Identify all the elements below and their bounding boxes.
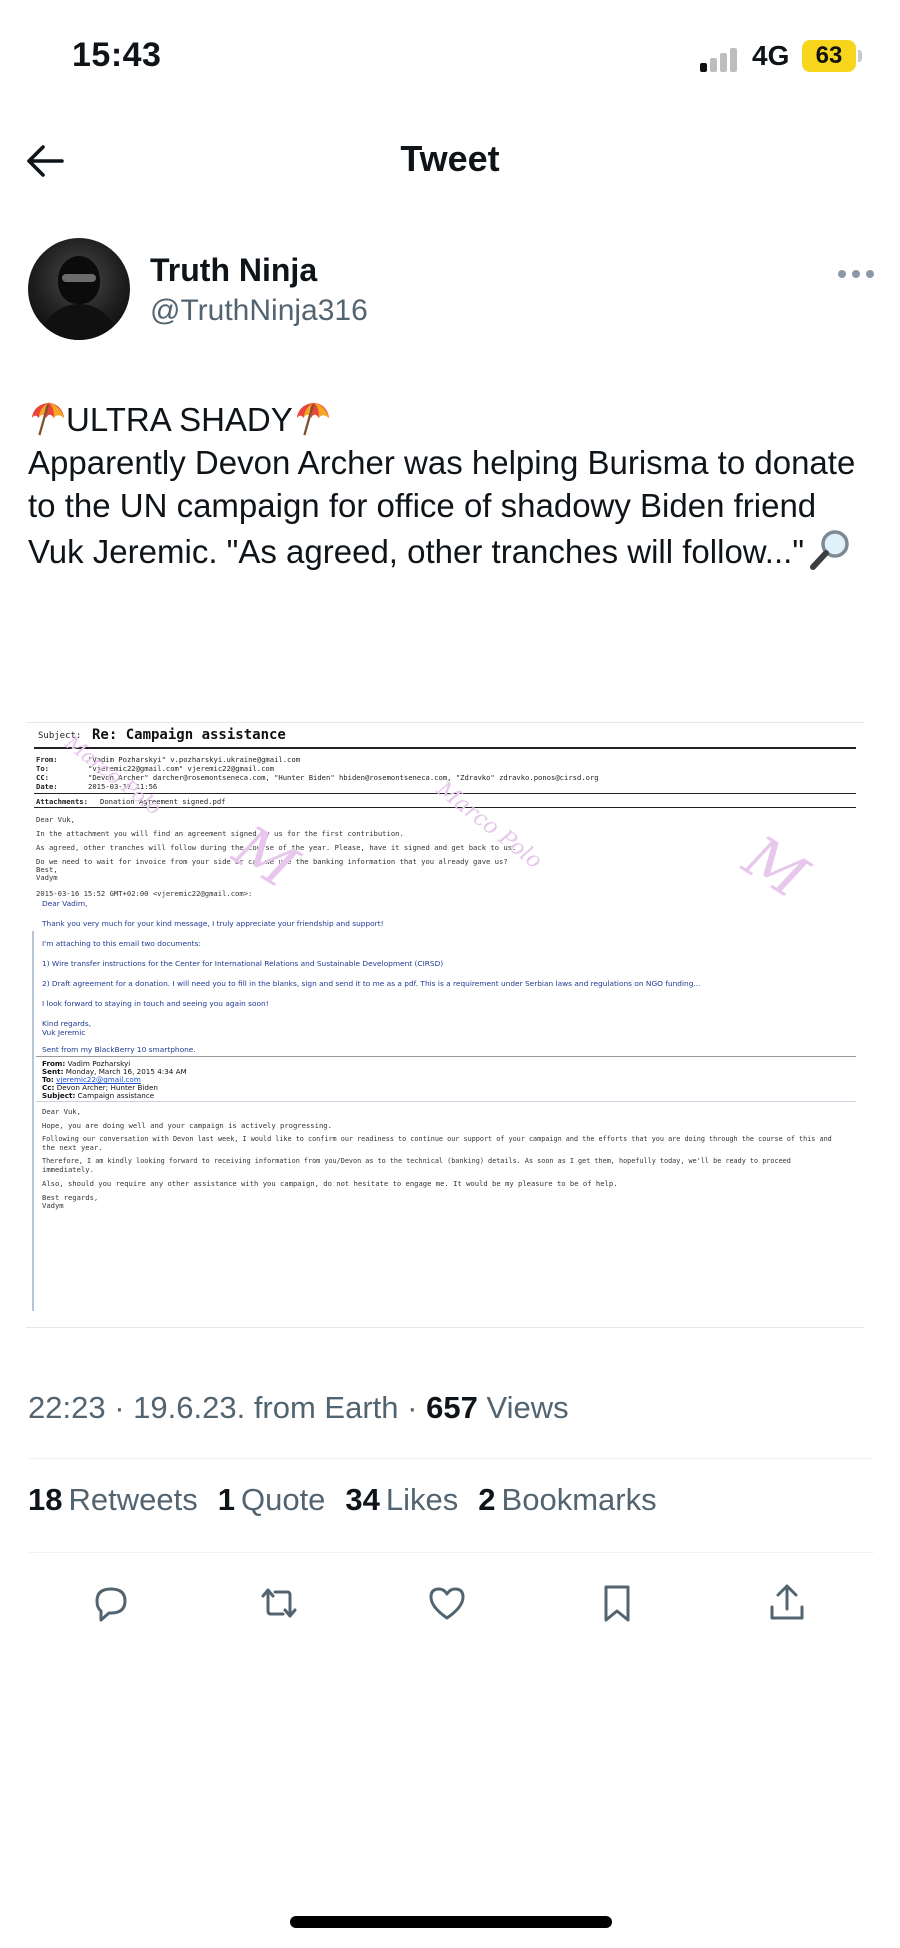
tweet-meta: 22:23 · 19.6.23. from Earth · 657 Views	[28, 1390, 569, 1425]
reply-button[interactable]	[86, 1578, 136, 1628]
author-name[interactable]: Truth Ninja	[150, 252, 317, 289]
tweet-stats: 18 Retweets 1 Quote 34 Likes 2 Bookmarks	[28, 1482, 657, 1518]
tweet-text: ULTRA SHADY Apparently Devon Archer was …	[28, 398, 878, 573]
tweet-body: Apparently Devon Archer was helping Buri…	[28, 444, 856, 570]
battery-tip	[858, 50, 862, 62]
tweet-actions	[0, 1572, 900, 1632]
email-quote-line: Vuk Jeremic	[42, 1028, 86, 1037]
tweet-time: 22:23	[28, 1390, 106, 1425]
email-fwd-line: Therefore, I am kindly looking forward t…	[42, 1157, 791, 1165]
magnifying-glass-icon	[810, 530, 849, 570]
battery-icon: 63	[802, 40, 856, 72]
email-fwd-line: Hope, you are doing well and your campai…	[42, 1121, 332, 1130]
retweet-button[interactable]	[254, 1578, 304, 1628]
quotes-stat[interactable]: 1 Quote	[218, 1482, 326, 1518]
email-quote-line: 2) Draft agreement for a donation. I wil…	[42, 979, 701, 988]
tweet-body-line: Apparently Devon Archer was helping Buri…	[28, 441, 878, 573]
like-button[interactable]	[422, 1578, 472, 1628]
email-quote-line: Kind regards,	[42, 1019, 92, 1028]
tweet-media-email-screenshot[interactable]: Subject: Re: Campaign assistance From: "V…	[26, 722, 864, 1328]
watermark: M	[732, 822, 819, 912]
nav-header: Tweet	[0, 118, 900, 202]
reply-icon	[95, 1587, 127, 1622]
email-quote-bar	[32, 931, 34, 1311]
email-fwd-line: Also, should you require any other assis…	[42, 1179, 618, 1188]
divider	[28, 1552, 874, 1553]
author-handle[interactable]: @TruthNinja316	[150, 294, 368, 328]
tweet-heading: ULTRA SHADY	[66, 401, 293, 438]
email-header-to: To: "vjeremic22@gmail.com" vjeremic22@gma…	[36, 764, 275, 773]
email-fwd-line: immediately.	[42, 1165, 94, 1174]
email-fwd-line: Following our conversation with Devon la…	[42, 1135, 832, 1143]
email-separator	[36, 1056, 856, 1057]
bookmark-button[interactable]	[592, 1578, 642, 1628]
email-quote-line: Sent from my BlackBerry 10 smartphone.	[42, 1045, 196, 1054]
like-icon	[429, 1587, 465, 1620]
avatar[interactable]	[28, 238, 130, 340]
email-body-line: In the attachment you will find an agree…	[36, 829, 404, 838]
signal-icon	[700, 46, 740, 72]
tweet-author: Truth Ninja @TruthNinja316	[28, 238, 878, 348]
email-separator	[36, 1101, 856, 1102]
email-fwd-line: Dear Vuk,	[42, 1107, 81, 1116]
beach-umbrella-icon	[31, 402, 65, 436]
email-fwd-subject: Subject: Campaign assistance	[42, 1091, 155, 1100]
share-icon	[770, 1584, 804, 1620]
network-label: 4G	[752, 40, 790, 71]
tweet-heading-line: ULTRA SHADY	[28, 398, 878, 441]
status-time: 15:43	[72, 36, 162, 74]
email-body-line: Vadym	[36, 873, 58, 882]
email-fwd-line: Vadym	[42, 1201, 64, 1210]
tweet-date: 19.6.23.	[133, 1390, 246, 1425]
share-button[interactable]	[762, 1578, 812, 1628]
views-label: Views	[486, 1390, 569, 1425]
email-quote-line: I look forward to staying in touch and s…	[42, 999, 269, 1008]
email-quote-line: I'm attaching to this email two document…	[42, 939, 201, 948]
email-rule	[34, 747, 856, 749]
more-options-icon[interactable]	[838, 266, 878, 282]
page-title: Tweet	[400, 138, 500, 179]
beach-umbrella-icon	[296, 402, 329, 436]
email-quote-line: 1) Wire transfer instructions for the Ce…	[42, 959, 444, 968]
bookmarks-stat[interactable]: 2 Bookmarks	[478, 1482, 656, 1518]
email-quote-header: 2015-03-16 15:52 GMT+02:00 <vjeremic22@g…	[36, 889, 253, 898]
status-bar: 15:43 4G 63	[0, 0, 900, 110]
tweet-source: from Earth	[253, 1390, 399, 1425]
views-count: 657	[426, 1390, 478, 1425]
email-quote-line: Dear Vadim,	[42, 899, 88, 908]
bookmark-icon	[604, 1585, 630, 1622]
retweets-stat[interactable]: 18 Retweets	[28, 1482, 198, 1518]
email-subject: Re: Campaign assistance	[92, 727, 286, 743]
email-fwd-line: the next year.	[42, 1143, 103, 1152]
email-quote-line: Thank you very much for your kind messag…	[42, 919, 384, 928]
home-indicator	[290, 1916, 612, 1928]
likes-stat[interactable]: 34 Likes	[345, 1482, 458, 1518]
divider	[28, 1458, 874, 1459]
email-body-line: Dear Vuk,	[36, 815, 75, 824]
retweet-icon	[261, 1588, 297, 1618]
